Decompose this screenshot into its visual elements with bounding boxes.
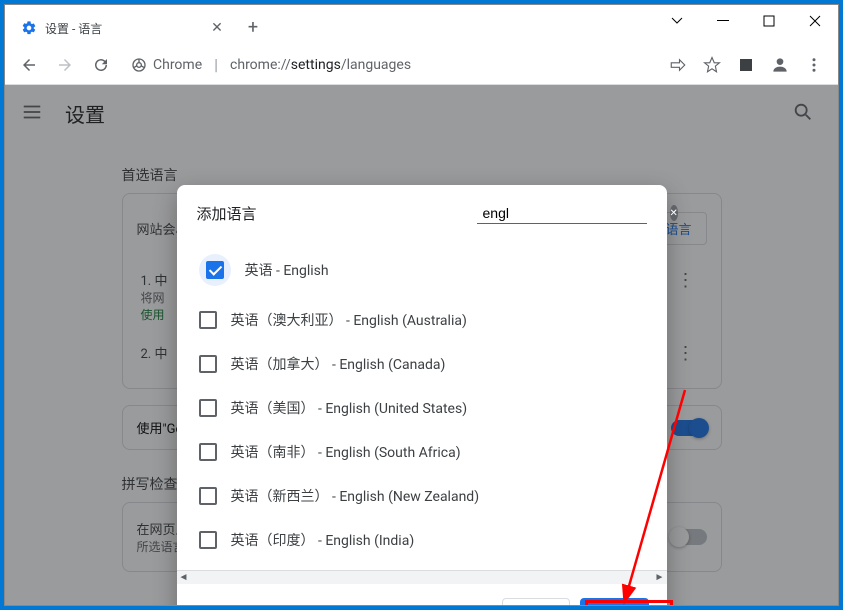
language-option[interactable]: 英语（新西兰） - English (New Zealand)	[191, 474, 667, 518]
bookmark-star-icon[interactable]	[696, 49, 728, 81]
checkbox[interactable]	[199, 399, 217, 417]
reload-button[interactable]	[85, 49, 117, 81]
language-search[interactable]: ✕	[477, 203, 647, 224]
language-label: 英语 - English	[245, 260, 329, 280]
browser-tab[interactable]: 设置 - 语言 ✕	[13, 11, 233, 45]
dialog-title: 添加语言	[197, 203, 257, 224]
add-language-dialog: 添加语言 ✕ 英语 - English 英语（澳大利亚） - English (A…	[177, 185, 667, 605]
address-bar[interactable]: Chrome | chrome://settings/languages	[121, 50, 658, 80]
horizontal-scrollbar[interactable]: ◄►	[177, 570, 667, 584]
language-option[interactable]: 英语 - English	[191, 242, 667, 298]
gear-icon	[21, 20, 37, 36]
share-icon[interactable]	[662, 49, 694, 81]
checkbox[interactable]	[199, 487, 217, 505]
language-label: 英语（加拿大） - English (Canada)	[231, 354, 446, 374]
back-button[interactable]	[13, 49, 45, 81]
site-chip[interactable]: Chrome	[131, 57, 202, 73]
language-option[interactable]: 英语（澳大利亚） - English (Australia)	[191, 298, 667, 342]
page-content: 设置 首选语言 网站会尽可 添加语言 1. 中 将网 使用 ⋮	[5, 85, 838, 605]
profile-avatar-icon[interactable]	[764, 49, 796, 81]
language-option[interactable]: 英语（印度） - English (India)	[191, 518, 667, 562]
url-host: Chrome	[153, 57, 202, 73]
menu-kebab-icon[interactable]	[798, 49, 830, 81]
checkbox[interactable]	[199, 355, 217, 373]
extensions-icon[interactable]	[730, 49, 762, 81]
language-option[interactable]: 英语（美国） - English (United States)	[191, 386, 667, 430]
checkbox[interactable]	[199, 443, 217, 461]
checkbox[interactable]	[199, 531, 217, 549]
close-window-button[interactable]	[792, 5, 838, 37]
language-option[interactable]: 英语（南非） - English (South Africa)	[191, 430, 667, 474]
chevron-down-icon[interactable]	[654, 5, 700, 37]
minimize-button[interactable]	[700, 5, 746, 37]
chrome-icon	[131, 57, 147, 73]
language-search-input[interactable]	[483, 205, 664, 221]
language-label: 英语（印度） - English (India)	[231, 530, 415, 550]
tab-close-icon[interactable]: ✕	[209, 20, 225, 36]
language-label: 英语（美国） - English (United States)	[231, 398, 468, 418]
titlebar: 设置 - 语言 ✕ +	[5, 5, 838, 45]
new-tab-button[interactable]: +	[239, 13, 267, 41]
add-button[interactable]: 添加	[580, 598, 648, 605]
tab-title: 设置 - 语言	[45, 20, 209, 37]
window-controls	[654, 5, 838, 37]
language-label: 英语（新西兰） - English (New Zealand)	[231, 486, 480, 506]
language-option[interactable]: 英语（加拿大） - English (Canada)	[191, 342, 667, 386]
language-list[interactable]: 英语 - English 英语（澳大利亚） - English (Australi…	[177, 234, 667, 570]
cancel-button[interactable]: 取消	[502, 598, 570, 605]
maximize-button[interactable]	[746, 5, 792, 37]
checkbox[interactable]	[206, 261, 224, 279]
language-label: 英语（澳大利亚） - English (Australia)	[231, 310, 467, 330]
url-text: chrome://settings/languages	[230, 57, 411, 73]
browser-toolbar: Chrome | chrome://settings/languages	[5, 45, 838, 85]
language-label: 英语（南非） - English (South Africa)	[231, 442, 461, 462]
forward-button[interactable]	[49, 49, 81, 81]
checkbox[interactable]	[199, 311, 217, 329]
